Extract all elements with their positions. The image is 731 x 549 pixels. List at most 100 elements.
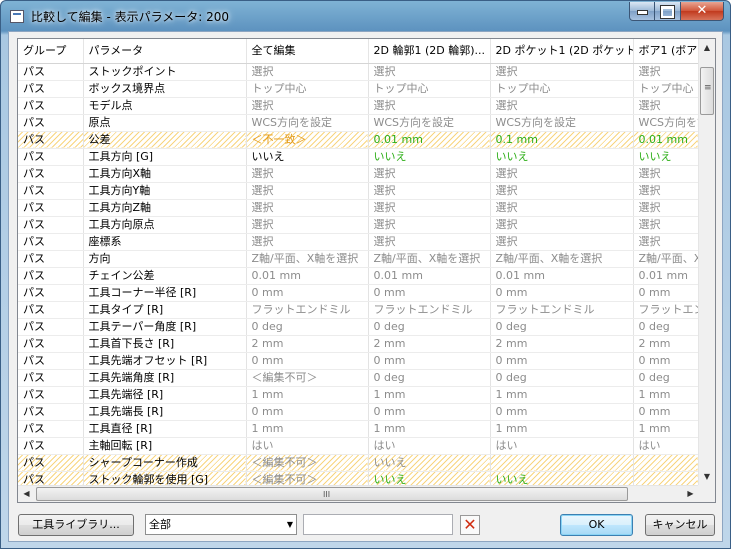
value-cell[interactable]: 0 deg — [490, 369, 634, 387]
value-cell[interactable]: WCS方向を設定 — [368, 114, 491, 132]
scroll-down-arrow-icon[interactable]: ▼ — [699, 468, 715, 485]
value-cell[interactable]: はい — [368, 437, 491, 455]
value-cell[interactable]: 0 mm — [490, 403, 634, 421]
title-bar[interactable]: 比較して編集 - 表示パラメータ: 200 ✕ — [1, 1, 730, 32]
value-cell[interactable]: 0 mm — [633, 284, 699, 302]
value-cell[interactable]: 選択 — [490, 182, 634, 200]
table-row[interactable]: パス 工具直径 [R] 1 mm 1 mm 1 mm 1 mm — [18, 420, 699, 438]
table-row[interactable]: パス 工具先端オフセット [R] 0 mm 0 mm 0 mm 0 mm — [18, 352, 699, 370]
table-row[interactable]: パス チェイン公差 0.01 mm 0.01 mm 0.01 mm 0.01 mm — [18, 267, 699, 285]
table-row[interactable]: パス 工具コーナー半径 [R] 0 mm 0 mm 0 mm 0 mm — [18, 284, 699, 302]
value-cell[interactable]: 選択 — [368, 233, 491, 251]
value-cell[interactable]: 0 mm — [633, 352, 699, 370]
value-cell[interactable]: WCS方向を設 — [633, 114, 699, 132]
filter-dropdown[interactable]: 全部 ▼ — [145, 514, 297, 535]
value-cell[interactable]: WCS方向を設定 — [490, 114, 634, 132]
value-cell[interactable]: 1 mm — [368, 386, 491, 404]
value-cell[interactable]: Z軸/平面、X軸を選択 — [246, 250, 369, 268]
value-cell[interactable]: 選択 — [633, 182, 699, 200]
maximize-button[interactable] — [655, 2, 681, 21]
value-cell[interactable]: 選択 — [490, 216, 634, 234]
value-cell[interactable]: 1 mm — [633, 386, 699, 404]
value-cell[interactable]: いいえ — [633, 148, 699, 166]
table-row[interactable]: パス 工具タイプ [R] フラットエンドミル フラットエンドミル フラットエンドミル フラ… — [18, 301, 699, 319]
column-header-2d-pocket[interactable]: 2D ポケット1 (2D ポケット)... — [490, 39, 634, 64]
value-cell[interactable]: 選択 — [246, 63, 369, 81]
value-cell[interactable]: いいえ — [490, 148, 634, 166]
scroll-right-arrow-icon[interactable]: ▶ — [682, 486, 699, 502]
value-cell[interactable]: 選択 — [490, 165, 634, 183]
value-cell[interactable]: 選択 — [490, 63, 634, 81]
value-cell[interactable]: 0.01 mm — [368, 131, 491, 149]
cancel-button[interactable]: キャンセル — [645, 514, 715, 536]
table-row[interactable]: パス 工具方向Z軸 選択 選択 選択 選択 — [18, 199, 699, 217]
value-cell[interactable]: 選択 — [246, 97, 369, 115]
value-cell[interactable]: 0.01 mm — [633, 131, 699, 149]
value-cell[interactable]: 選択 — [490, 199, 634, 217]
value-cell[interactable]: ＜編集不可＞ — [246, 369, 369, 387]
ok-button[interactable]: OK — [560, 514, 633, 536]
value-cell[interactable]: フラットエンドミ — [633, 301, 699, 319]
vertical-scroll-thumb[interactable] — [700, 67, 714, 115]
value-cell[interactable]: 選択 — [490, 97, 634, 115]
value-cell[interactable]: フラットエンドミル — [368, 301, 491, 319]
table-row[interactable]: パス 工具方向 [G] いいえ いいえ いいえ いいえ — [18, 148, 699, 166]
table-row[interactable]: パス 工具テーパー角度 [R] 0 deg 0 deg 0 deg 0 deg — [18, 318, 699, 336]
value-cell[interactable]: はい — [490, 437, 634, 455]
column-header-2d-contour[interactable]: 2D 輪郭1 (2D 輪郭)... — [368, 39, 491, 64]
value-cell[interactable]: 1 mm — [246, 420, 369, 438]
value-cell[interactable]: 選択 — [633, 63, 699, 81]
value-cell[interactable]: 0 deg — [368, 369, 491, 387]
value-cell[interactable]: 選択 — [246, 216, 369, 234]
value-cell[interactable]: 0 mm — [246, 284, 369, 302]
table-row[interactable]: パス 工具先端角度 [R] ＜編集不可＞ 0 deg 0 deg 0 deg — [18, 369, 699, 387]
value-cell[interactable]: ＜不一致＞ — [246, 131, 369, 149]
close-button[interactable]: ✕ — [681, 2, 724, 21]
value-cell[interactable]: 0 mm — [490, 352, 634, 370]
value-cell[interactable]: 選択 — [368, 216, 491, 234]
value-cell[interactable]: Z軸/平面、X軸を選 — [633, 250, 699, 268]
column-header-edit-all[interactable]: 全て編集 — [246, 39, 369, 64]
value-cell[interactable]: 0.01 mm — [246, 267, 369, 285]
horizontal-scroll-thumb[interactable] — [36, 487, 628, 501]
value-cell[interactable] — [490, 454, 634, 472]
value-cell[interactable]: 選択 — [490, 233, 634, 251]
table-row[interactable]: パス 工具先端長 [R] 0 mm 0 mm 0 mm 0 mm — [18, 403, 699, 421]
value-cell[interactable]: 2 mm — [490, 335, 634, 353]
value-cell[interactable]: 1 mm — [246, 386, 369, 404]
value-cell[interactable]: 0 mm — [490, 284, 634, 302]
table-row[interactable]: パス 座標系 選択 選択 選択 選択 — [18, 233, 699, 251]
column-header-parameter[interactable]: パラメータ — [83, 39, 247, 64]
table-row[interactable]: パス シャープコーナー作成 ＜編集不可＞ いいえ — [18, 454, 699, 472]
value-cell[interactable]: 選択 — [633, 165, 699, 183]
value-cell[interactable]: 選択 — [246, 182, 369, 200]
value-cell[interactable]: 選択 — [246, 233, 369, 251]
value-cell[interactable]: 1 mm — [490, 420, 634, 438]
value-cell[interactable]: 選択 — [633, 216, 699, 234]
table-row[interactable]: パス 工具首下長さ [R] 2 mm 2 mm 2 mm 2 mm — [18, 335, 699, 353]
value-cell[interactable]: 選択 — [368, 63, 491, 81]
value-cell[interactable]: フラットエンドミル — [246, 301, 369, 319]
value-cell[interactable]: 2 mm — [633, 335, 699, 353]
value-cell[interactable]: 0.01 mm — [368, 267, 491, 285]
tool-library-button[interactable]: 工具ライブラリ... — [18, 514, 134, 536]
value-cell[interactable]: 0.01 mm — [633, 267, 699, 285]
value-cell[interactable]: 選択 — [246, 165, 369, 183]
value-cell[interactable]: 0 deg — [368, 318, 491, 336]
value-cell[interactable]: 選択 — [368, 97, 491, 115]
table-row[interactable]: パス原点WCS方向を設定WCS方向を設定WCS方向を設定WCS方向を設 — [18, 114, 699, 132]
value-cell[interactable]: 0 deg — [490, 318, 634, 336]
value-cell[interactable]: いいえ — [368, 454, 491, 472]
scroll-left-arrow-icon[interactable]: ◀ — [18, 486, 35, 502]
value-cell[interactable]: 0 mm — [368, 403, 491, 421]
column-header-group[interactable]: グループ — [18, 39, 84, 64]
value-cell[interactable]: 2 mm — [368, 335, 491, 353]
value-cell[interactable]: 1 mm — [490, 386, 634, 404]
value-cell[interactable]: はい — [246, 437, 369, 455]
value-cell[interactable]: Z軸/平面、X軸を選択 — [368, 250, 491, 268]
value-cell[interactable]: トップ中心 — [633, 80, 699, 98]
table-row[interactable]: パス ストックポイント 選択 選択 選択 選択 — [18, 63, 699, 81]
search-input[interactable] — [303, 514, 453, 535]
value-cell[interactable]: 0 deg — [246, 318, 369, 336]
parameter-grid[interactable]: グループ パラメータ 全て編集 2D 輪郭1 (2D 輪郭)... 2D ポケッ… — [17, 38, 716, 503]
